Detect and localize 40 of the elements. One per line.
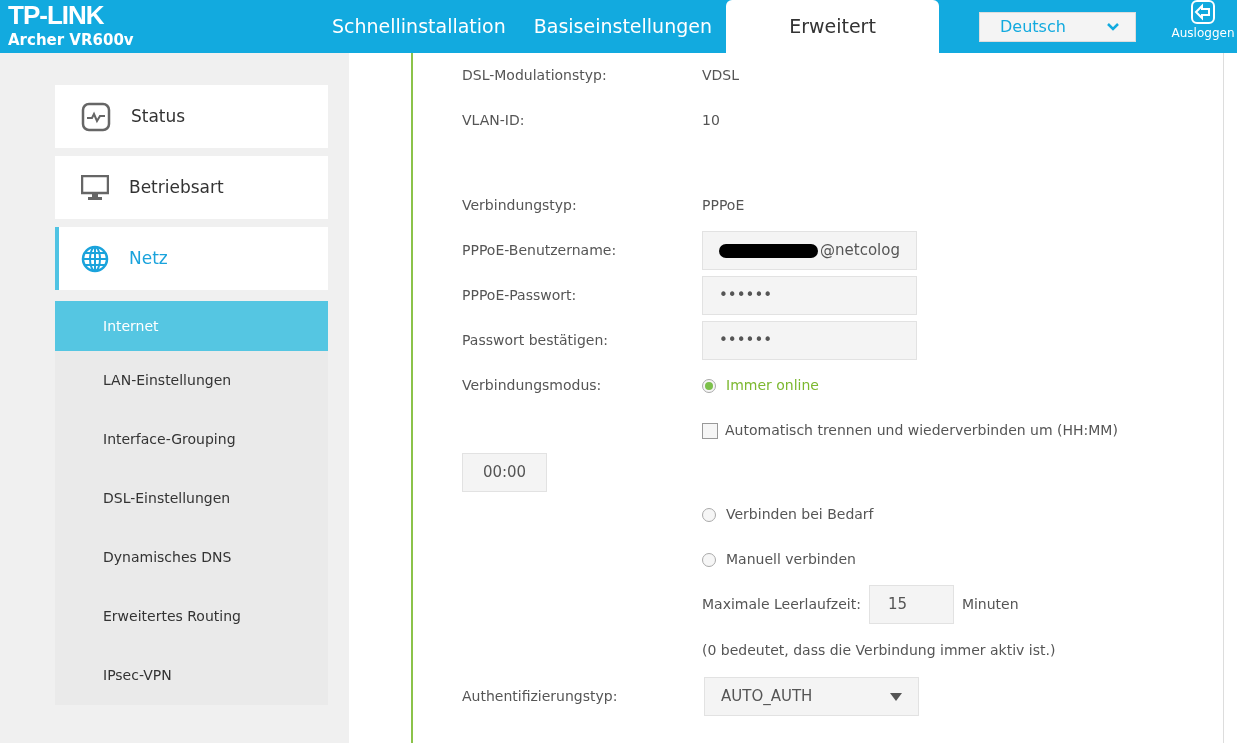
field-label: PPPoE-Benutzername: [462, 242, 617, 258]
field-value: PPPoE [702, 196, 745, 215]
auth-select[interactable]: AUTO_AUTH [704, 677, 919, 716]
dropdown-icon [890, 692, 902, 701]
password-field[interactable]: •••••• [702, 276, 917, 315]
time-field[interactable]: 00:00 [462, 453, 547, 492]
submenu-item[interactable]: DSL-Einstellungen [55, 469, 328, 528]
globe-icon [81, 244, 109, 273]
field-value: 10 [702, 111, 720, 130]
field-label: DSL-Modulationstyp: [462, 67, 607, 83]
field-label: Passwort bestätigen: [462, 332, 609, 348]
field-label: Authentifizierungstyp: [462, 688, 618, 704]
menu-item[interactable]: Betriebsart [55, 156, 328, 219]
submenu-item[interactable]: Interface-Grouping [55, 410, 328, 469]
logo: TP-LINK [8, 1, 105, 29]
field-label: VLAN-ID: [462, 112, 525, 128]
logout-icon [1190, 0, 1216, 24]
hint-text: (0 bedeutet, dass die Verbindung immer aktiv ist.) [702, 641, 1056, 660]
pulse-icon [81, 101, 111, 132]
radio-option[interactable]: Manuell verbinden [702, 549, 856, 570]
input-field[interactable]: @netcolog [702, 231, 917, 270]
radio-option[interactable]: Verbinden bei Bedarf [702, 504, 874, 525]
checkbox-option[interactable]: Automatisch trennen und wiederverbinden um (HH:MM) [702, 420, 1118, 441]
field-value: VDSL [702, 66, 740, 85]
field-label: Verbindungstyp: [462, 197, 577, 213]
menu-item[interactable]: Status [55, 85, 328, 148]
chevron-icon [1107, 23, 1119, 31]
field-label: PPPoE-Passwort: [462, 287, 577, 303]
field-label: Maximale Leerlaufzeit: [702, 595, 861, 614]
submenu-item[interactable]: LAN-Einstellungen [55, 351, 328, 410]
monitor-icon [81, 174, 109, 201]
submenu-item[interactable]: Erweitertes Routing [55, 587, 328, 646]
submenu-item[interactable]: Dynamisches DNS [55, 528, 328, 587]
password-field[interactable]: •••••• [702, 321, 917, 360]
unit-label: Minuten [961, 595, 1019, 614]
field-label: Verbindungsmodus: [462, 377, 602, 393]
nav-tab[interactable]: Erweitert [726, 0, 939, 53]
model-name: Archer VR600v [8, 30, 135, 51]
submenu-item[interactable]: IPsec-VPN [55, 646, 328, 705]
input-field[interactable]: 15 [868, 585, 954, 624]
